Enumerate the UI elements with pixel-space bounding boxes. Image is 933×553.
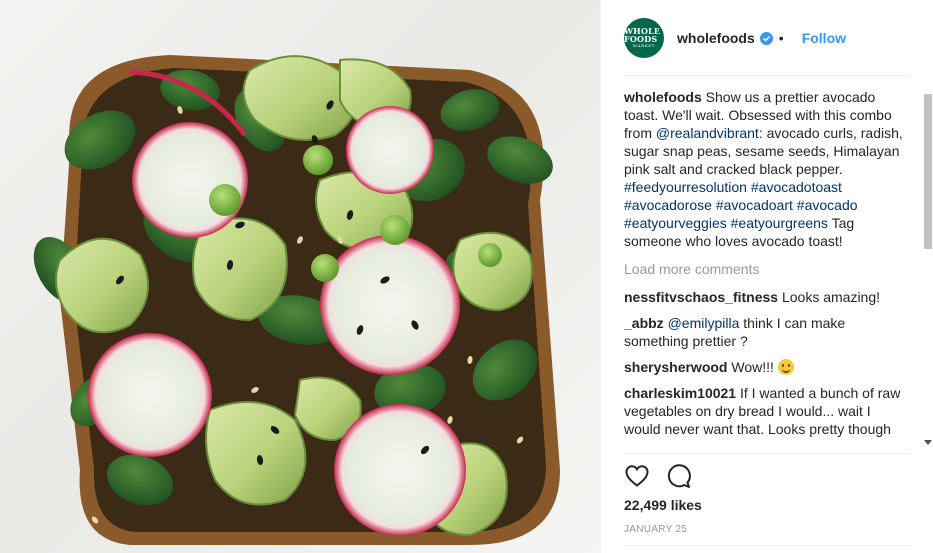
- scroll-down-arrow-icon[interactable]: [924, 440, 932, 445]
- caption-author[interactable]: wholefoods: [624, 89, 702, 105]
- comment-author[interactable]: nessfitvschaos_fitness: [624, 289, 778, 305]
- comment-text: Looks amazing!: [778, 289, 881, 305]
- comment-text: Wow!!!: [727, 359, 778, 375]
- hashtag-link[interactable]: #eatyourgreens: [731, 215, 828, 231]
- hashtag-link[interactable]: #eatyourveggies: [624, 215, 727, 231]
- bottom-divider: [624, 545, 910, 546]
- heart-icon[interactable]: [624, 463, 650, 489]
- avocado-toast-image: [33, 55, 560, 545]
- comment: sherysherwood Wow!!!: [624, 358, 907, 376]
- hashtag-link[interactable]: #avocado: [797, 197, 858, 213]
- verified-badge-icon: [759, 31, 773, 45]
- comment-mention[interactable]: @emilypilla: [668, 315, 740, 331]
- post-header: WHOLE FOODS MARKET wholefoods • Follow: [601, 0, 933, 76]
- avatar[interactable]: WHOLE FOODS MARKET: [624, 18, 664, 58]
- comment-author[interactable]: sherysherwood: [624, 359, 727, 375]
- comment-author[interactable]: _abbz: [624, 315, 664, 331]
- caption: wholefoods Show us a prettier avocado to…: [624, 88, 907, 250]
- comment: nessfitvschaos_fitness Looks amazing!: [624, 288, 907, 306]
- follow-button[interactable]: Follow: [802, 30, 846, 46]
- instagram-post: WHOLE FOODS MARKET wholefoods • Follow w…: [0, 0, 933, 553]
- likes-count[interactable]: 22,499 likes: [624, 497, 702, 513]
- post-side-panel: WHOLE FOODS MARKET wholefoods • Follow w…: [600, 0, 933, 553]
- hashtag-link[interactable]: #feedyourresolution: [624, 179, 747, 195]
- comments-scrollbar[interactable]: [921, 88, 933, 452]
- comment-icon[interactable]: [666, 463, 692, 489]
- post-date[interactable]: JANUARY 25: [624, 524, 687, 535]
- hashtag-link[interactable]: #avocadorose: [624, 197, 712, 213]
- caption-mention[interactable]: @realandvibrant: [656, 125, 759, 141]
- actions-divider: [624, 453, 910, 454]
- hashtag-link[interactable]: #avocadoart: [716, 197, 793, 213]
- separator-dot: •: [778, 30, 784, 46]
- avatar-logo-subtext: MARKET: [632, 43, 656, 48]
- post-actions: [624, 461, 708, 491]
- comment: _abbz @emilypilla think I can make somet…: [624, 314, 907, 350]
- comment-author[interactable]: charleskim10021: [624, 385, 736, 401]
- hashtag-link[interactable]: #avocadotoast: [751, 179, 842, 195]
- header-username[interactable]: wholefoods: [677, 30, 755, 46]
- avatar-logo-text: WHOLE FOODS: [624, 26, 661, 44]
- scrollbar-thumb[interactable]: [924, 94, 932, 249]
- smiling-emoji-icon: [777, 359, 794, 375]
- comments-list[interactable]: wholefoods Show us a prettier avocado to…: [624, 88, 907, 448]
- header-divider: [624, 75, 910, 76]
- comment: charleskim10021 If I wanted a bunch of r…: [624, 384, 907, 438]
- load-more-comments-button[interactable]: Load more comments: [624, 260, 907, 278]
- post-photo[interactable]: [0, 0, 600, 553]
